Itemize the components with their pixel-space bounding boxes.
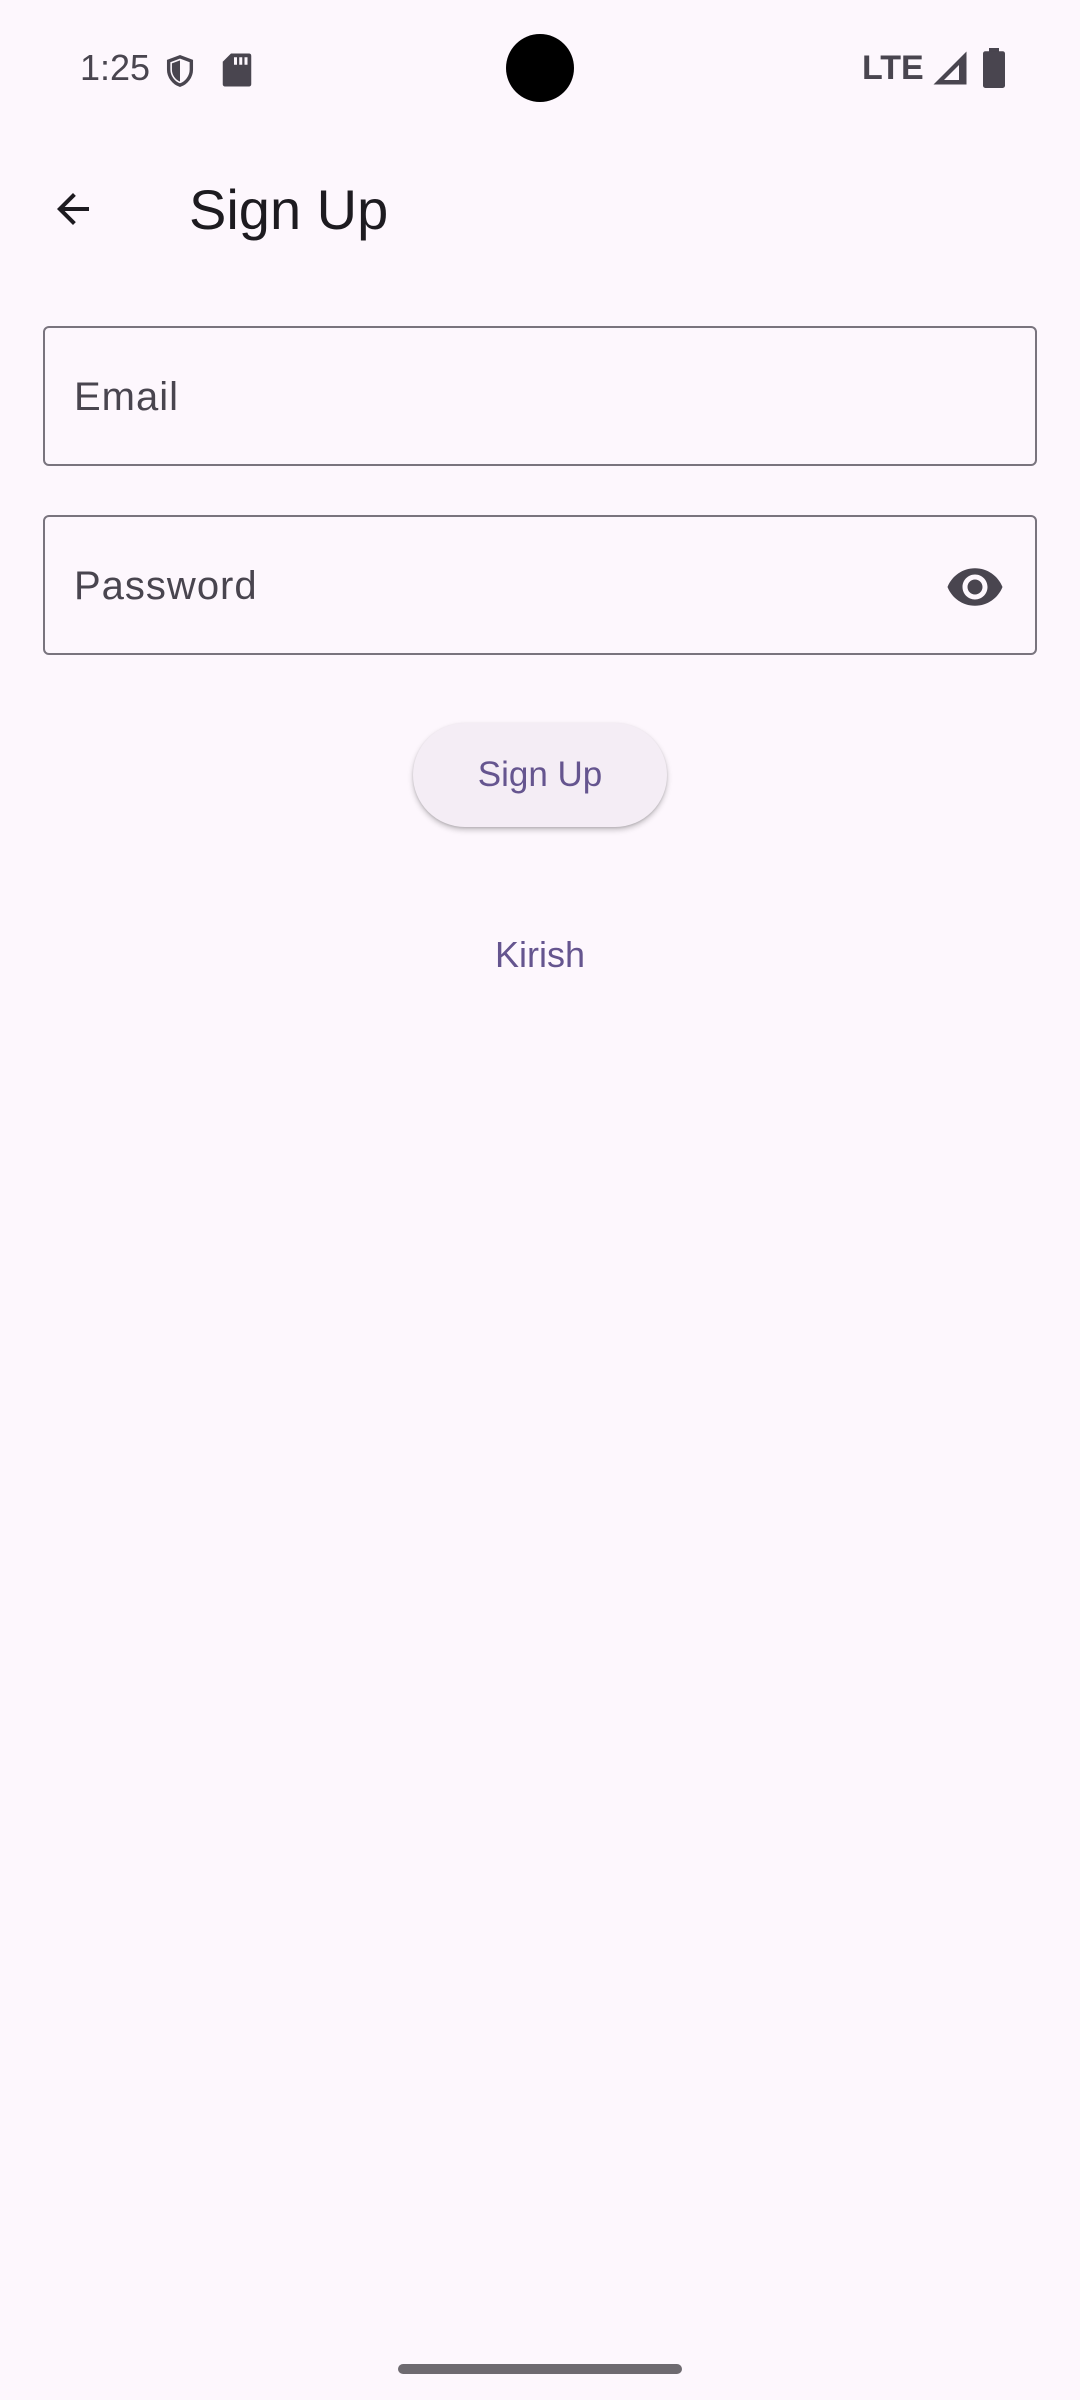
password-visibility-toggle[interactable] [935,547,1015,627]
status-bar: 1:25 LTE [0,0,1080,136]
back-button[interactable] [33,169,113,249]
camera-cutout [506,34,574,102]
login-link[interactable]: Kirish [440,920,640,990]
arrow-back-icon [57,193,89,225]
shield-icon [166,55,194,87]
password-field-label: Password [74,564,258,608]
app-bar: Sign Up [0,136,1080,280]
email-field[interactable]: Email [43,326,1037,466]
email-field-label: Email [74,375,180,419]
sign-up-button[interactable]: Sign Up [413,723,667,827]
status-time: 1:25 [80,47,151,88]
network-type: LTE [862,49,924,87]
page-title: Sign Up [189,178,389,241]
eye-icon [947,568,1003,606]
signal-icon [933,51,967,85]
battery-icon [983,48,1005,88]
home-indicator[interactable] [398,2364,682,2374]
password-field[interactable]: Password [43,515,1037,655]
sd-card-icon [222,53,252,87]
